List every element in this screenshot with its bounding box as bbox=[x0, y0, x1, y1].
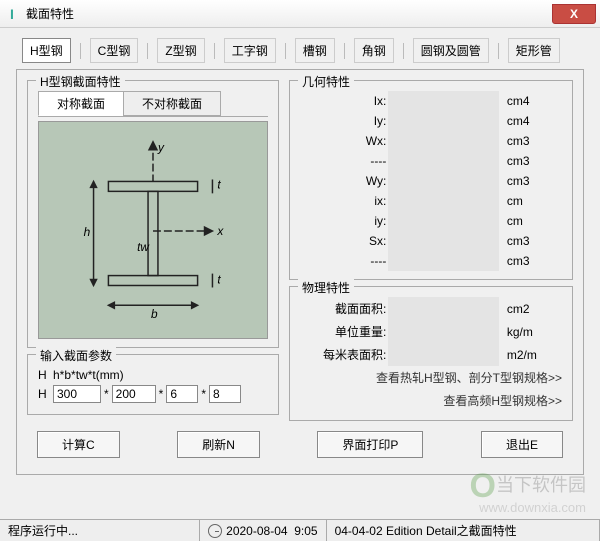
section-diagram: y x t t tw b h bbox=[38, 121, 268, 339]
geometry-group: 几何特性 Ix:cm4Iy:cm4Wx:cm3----cm3Wy:cm3ix:c… bbox=[289, 80, 573, 280]
main-frame: H型钢截面特性 对称截面 不对称截面 bbox=[16, 69, 584, 475]
table-row: ix:cm bbox=[300, 191, 562, 211]
table-row: 单位重量:kg/m bbox=[300, 320, 562, 343]
geometry-table: Ix:cm4Iy:cm4Wx:cm3----cm3Wy:cm3ix:cmiy:c… bbox=[300, 91, 562, 271]
clock-icon bbox=[208, 524, 222, 538]
svg-text:t: t bbox=[217, 177, 221, 191]
svg-text:tw: tw bbox=[137, 240, 150, 254]
input-b[interactable] bbox=[112, 385, 156, 403]
table-row: 截面面积:cm2 bbox=[300, 297, 562, 320]
params-legend: 输入截面参数 bbox=[36, 347, 116, 364]
geometry-legend: 几何特性 bbox=[298, 73, 354, 90]
physical-group: 物理特性 截面面积:cm2单位重量:kg/m每米表面积:m2/m 查看热轧H型钢… bbox=[289, 286, 573, 421]
tab-rect-tube[interactable]: 矩形管 bbox=[508, 38, 560, 63]
input-t[interactable] bbox=[209, 385, 241, 403]
svg-text:t: t bbox=[217, 273, 221, 287]
table-row: ----cm3 bbox=[300, 251, 562, 271]
window-title: 截面特性 bbox=[26, 5, 552, 22]
close-button[interactable]: X bbox=[552, 4, 596, 24]
titlebar: I 截面特性 X bbox=[0, 0, 600, 28]
table-row: Ix:cm4 bbox=[300, 91, 562, 111]
input-label: H bbox=[38, 387, 50, 401]
table-row: Sx:cm3 bbox=[300, 231, 562, 251]
status-run: 程序运行中... bbox=[0, 520, 200, 541]
status-clock: 2020-08-04 9:05 bbox=[200, 520, 326, 541]
table-row: 每米表面积:m2/m bbox=[300, 343, 562, 366]
print-button[interactable]: 界面打印P bbox=[317, 431, 423, 458]
tab-z-steel[interactable]: Z型钢 bbox=[157, 38, 204, 63]
table-row: Wx:cm3 bbox=[300, 131, 562, 151]
calc-button[interactable]: 计算C bbox=[37, 431, 120, 458]
tab-c-steel[interactable]: C型钢 bbox=[90, 38, 139, 63]
exit-button[interactable]: 退出E bbox=[481, 431, 563, 458]
tab-round[interactable]: 圆钢及圆管 bbox=[413, 38, 489, 63]
section-group: H型钢截面特性 对称截面 不对称截面 bbox=[27, 80, 279, 348]
watermark: O当下软件园 www.downxia.com bbox=[470, 461, 586, 515]
status-bar: 程序运行中... 2020-08-04 9:05 04-04-02 Editio… bbox=[0, 519, 600, 541]
link-highfreq-spec[interactable]: 查看高频H型钢规格>> bbox=[300, 389, 562, 412]
table-row: Wy:cm3 bbox=[300, 171, 562, 191]
table-row: Iy:cm4 bbox=[300, 111, 562, 131]
status-version: 04-04-02 Edition Detail之截面特性 bbox=[327, 520, 600, 541]
tab-channel[interactable]: 槽钢 bbox=[295, 38, 335, 63]
tab-asymmetric[interactable]: 不对称截面 bbox=[123, 91, 221, 116]
tab-i-steel[interactable]: 工字钢 bbox=[224, 38, 276, 63]
format-text: h*b*tw*t(mm) bbox=[53, 368, 124, 382]
table-row: iy:cm bbox=[300, 211, 562, 231]
input-h[interactable] bbox=[53, 385, 101, 403]
svg-text:y: y bbox=[157, 141, 165, 155]
tab-h-steel[interactable]: H型钢 bbox=[22, 38, 71, 63]
tab-angle[interactable]: 角钢 bbox=[354, 38, 394, 63]
svg-text:h: h bbox=[84, 225, 91, 239]
symmetry-tabs: 对称截面 不对称截面 bbox=[38, 91, 268, 117]
app-icon: I bbox=[4, 6, 20, 22]
steel-type-tabs: H型钢 C型钢 Z型钢 工字钢 槽钢 角钢 圆钢及圆管 矩形管 bbox=[16, 38, 584, 63]
input-tw[interactable] bbox=[166, 385, 198, 403]
physical-table: 截面面积:cm2单位重量:kg/m每米表面积:m2/m bbox=[300, 297, 562, 366]
format-label: H bbox=[38, 368, 50, 382]
svg-text:b: b bbox=[151, 307, 158, 321]
refresh-button[interactable]: 刷新N bbox=[177, 431, 260, 458]
params-group: 输入截面参数 H h*b*tw*t(mm) H * * * bbox=[27, 354, 279, 415]
physical-legend: 物理特性 bbox=[298, 279, 354, 296]
tab-symmetric[interactable]: 对称截面 bbox=[38, 91, 124, 116]
link-hotroll-spec[interactable]: 查看热轧H型钢、剖分T型钢规格>> bbox=[300, 366, 562, 389]
section-legend: H型钢截面特性 bbox=[36, 73, 125, 90]
table-row: ----cm3 bbox=[300, 151, 562, 171]
svg-text:x: x bbox=[216, 224, 224, 238]
